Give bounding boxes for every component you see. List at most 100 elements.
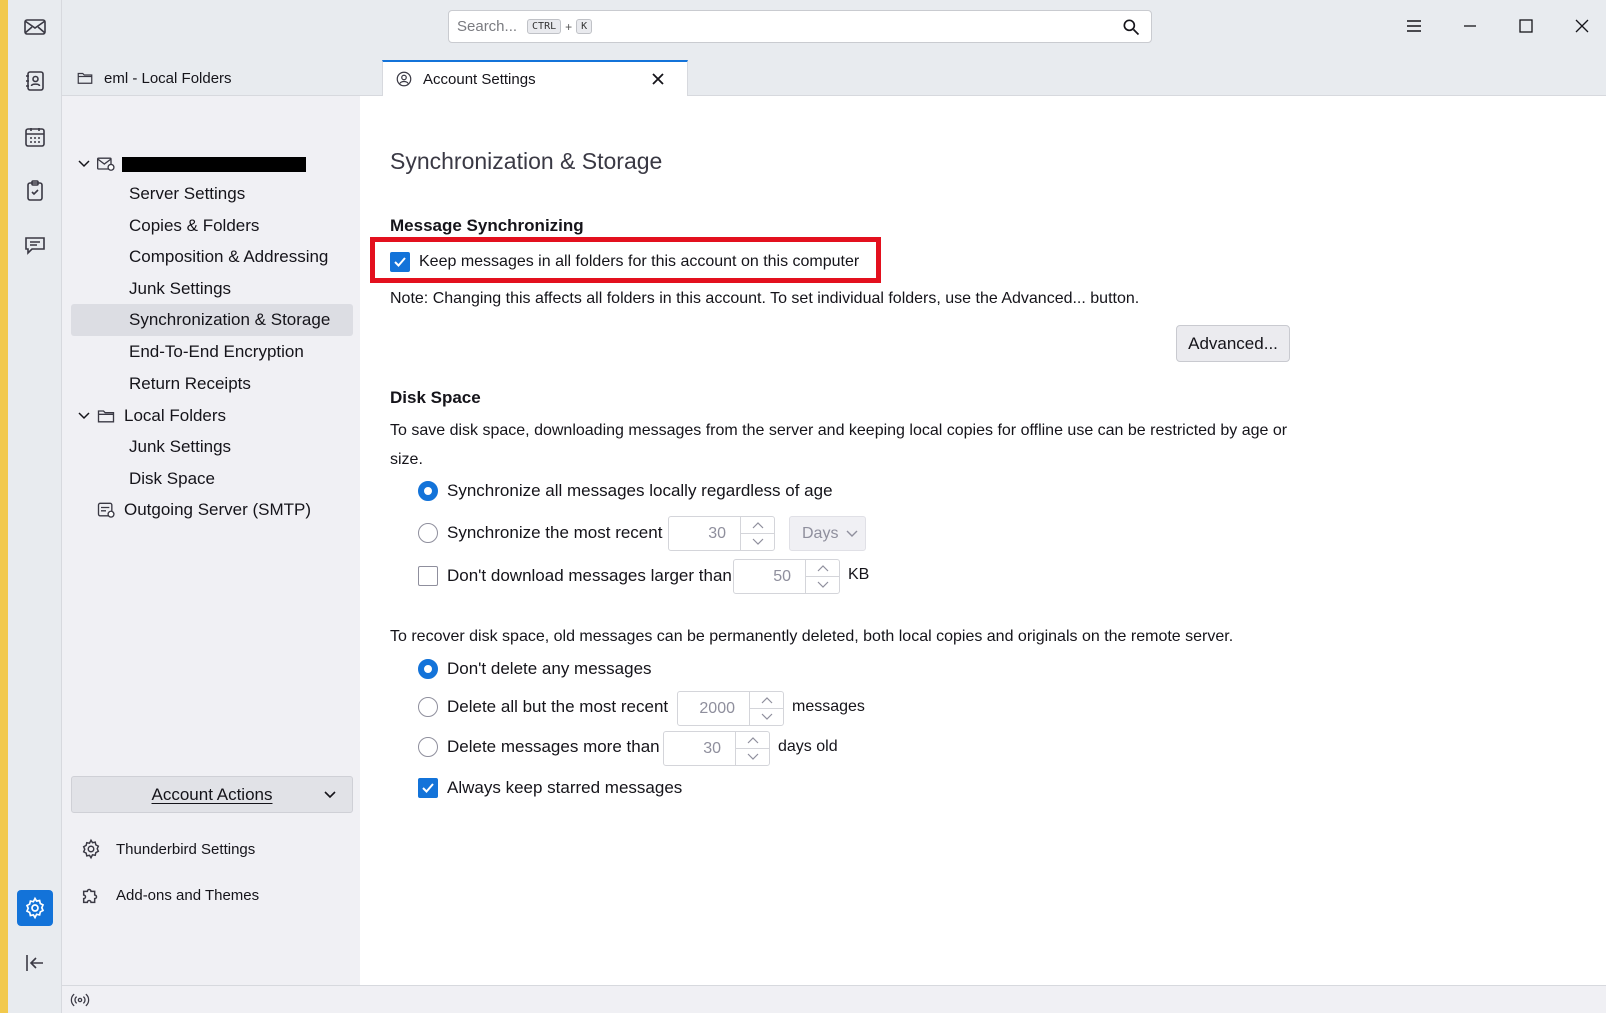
calendar-space-button[interactable] [20,122,50,152]
dont-download-stepper[interactable]: 50 [733,559,840,594]
thunderbird-settings-link[interactable]: Thunderbird Settings [80,834,255,864]
sync-all-label: Synchronize all messages locally regardl… [447,481,833,500]
dont-download-checkbox[interactable] [418,566,438,586]
chevron-down-icon[interactable] [77,409,91,423]
tree-item-local-junk[interactable]: Junk Settings [62,431,360,463]
chevron-down-icon [324,791,336,799]
delete-older-stepper[interactable]: 30 [663,731,770,766]
delete-older-label: Delete messages more than [447,737,660,756]
title-bar: Search... CTRL + K [62,0,1606,52]
search-input[interactable]: Search... CTRL + K [448,10,1152,43]
close-tab-icon[interactable] [649,70,667,88]
tree-item-label: End-To-End Encryption [129,342,304,361]
tree-item-junk-settings[interactable]: Junk Settings [62,273,360,305]
delete-older-radio-row[interactable]: Delete messages more than [418,737,660,757]
tree-item-label: Junk Settings [129,279,232,298]
dont-delete-label: Don't delete any messages [447,659,652,678]
window-edge [0,0,8,1013]
account-settings-icon [396,71,412,87]
address-book-icon [26,71,44,91]
sync-recent-radio[interactable] [418,523,438,543]
footer-link-label: Add-ons and Themes [116,886,260,904]
dont-delete-radio-row[interactable]: Don't delete any messages [418,659,652,679]
close-window-button[interactable] [1570,14,1594,38]
tree-item-sync-storage[interactable]: Synchronization & Storage [71,304,353,336]
sync-all-radio[interactable] [418,481,438,501]
chevron-up-icon[interactable] [806,560,839,576]
chevron-down-icon[interactable] [750,708,783,725]
sync-recent-label: Synchronize the most recent [447,523,663,542]
tab-bar: eml - Local Folders Account Settings [62,52,1606,96]
sync-recent-radio-row[interactable]: Synchronize the most recent [418,523,662,543]
delete-all-but-radio[interactable] [418,697,438,717]
tree-item-disk-space[interactable]: Disk Space [62,463,360,495]
sync-recent-unit-select[interactable]: Days [789,516,866,551]
recover-intro: To recover disk space, old messages can … [390,628,1234,645]
tree-item-copies-folders[interactable]: Copies & Folders [62,210,360,242]
tree-outgoing-server[interactable]: Outgoing Server (SMTP) [62,494,360,526]
app-menu-button[interactable] [1402,14,1426,38]
online-status-icon[interactable] [70,991,90,1009]
tab-local-folders[interactable]: eml - Local Folders [64,60,364,96]
tree-item-return-receipts[interactable]: Return Receipts [62,368,360,400]
dont-download-checkbox-row[interactable]: Don't download messages larger than [418,566,732,586]
page-title: Synchronization & Storage [390,148,663,174]
tree-item-label: Outgoing Server (SMTP) [124,500,312,519]
minimize-icon [1464,25,1476,27]
tab-label: Account Settings [423,70,536,88]
mail-account-icon [97,157,115,171]
calendar-icon [25,128,45,147]
mail-space-button[interactable] [20,12,50,42]
keep-messages-checkbox-row[interactable]: Keep messages in all folders for this ac… [390,252,859,272]
tree-item-e2e-encryption[interactable]: End-To-End Encryption [62,336,360,368]
collapse-left-icon [26,955,43,971]
chevron-up-icon[interactable] [736,732,769,748]
status-bar [62,985,1606,1013]
dont-delete-radio[interactable] [418,659,438,679]
chat-space-button[interactable] [20,230,50,260]
stepper-value: 50 [773,567,791,585]
tab-account-settings[interactable]: Account Settings [382,60,688,96]
chevron-down-icon[interactable] [77,157,91,171]
disk-intro-line-1: To save disk space, downloading messages… [390,422,1288,439]
minimize-button[interactable] [1458,14,1482,38]
tree-item-label: Local Folders [124,406,227,425]
settings-space-button[interactable] [17,890,53,926]
chevron-down-icon [846,530,858,537]
maximize-button[interactable] [1514,14,1538,38]
sync-recent-stepper[interactable]: 30 [668,516,775,551]
keep-starred-checkbox[interactable] [418,778,438,798]
tree-account-header[interactable] [62,148,360,180]
chevron-down-icon[interactable] [741,533,774,550]
dont-download-label: Don't download messages larger than [447,566,732,585]
addons-themes-link[interactable]: Add-ons and Themes [80,880,259,910]
tree-local-folders[interactable]: Local Folders [62,400,360,432]
keep-starred-checkbox-row[interactable]: Always keep starred messages [418,778,682,798]
redacted-account-name [122,157,306,172]
close-icon [1575,19,1589,33]
tree-item-label: Synchronization & Storage [129,310,331,329]
sync-all-radio-row[interactable]: Synchronize all messages locally regardl… [418,481,833,501]
spaces-toolbar [8,0,62,1013]
shortcut-key: CTRL [527,19,562,34]
delete-older-radio[interactable] [418,737,438,757]
tree-item-composition[interactable]: Composition & Addressing [62,241,360,273]
gear-icon [82,838,100,860]
stepper-value: 30 [708,524,726,542]
account-actions-button[interactable]: Account Actions [71,776,353,813]
search-icon [1123,19,1140,36]
advanced-button[interactable]: Advanced... [1176,325,1290,362]
collapse-spaces-button[interactable] [20,948,50,978]
chevron-up-icon[interactable] [741,517,774,533]
chevron-up-icon[interactable] [750,692,783,708]
advanced-button-label: Advanced... [1188,333,1278,353]
address-book-space-button[interactable] [20,66,50,96]
keep-messages-checkbox[interactable] [390,252,410,272]
chevron-down-icon[interactable] [736,748,769,765]
search-placeholder: Search... [457,18,518,35]
tree-item-server-settings[interactable]: Server Settings [62,178,360,210]
delete-all-but-stepper[interactable]: 2000 [677,691,784,726]
chevron-down-icon[interactable] [806,576,839,593]
tasks-space-button[interactable] [20,176,50,206]
delete-all-but-radio-row[interactable]: Delete all but the most recent [418,697,668,717]
